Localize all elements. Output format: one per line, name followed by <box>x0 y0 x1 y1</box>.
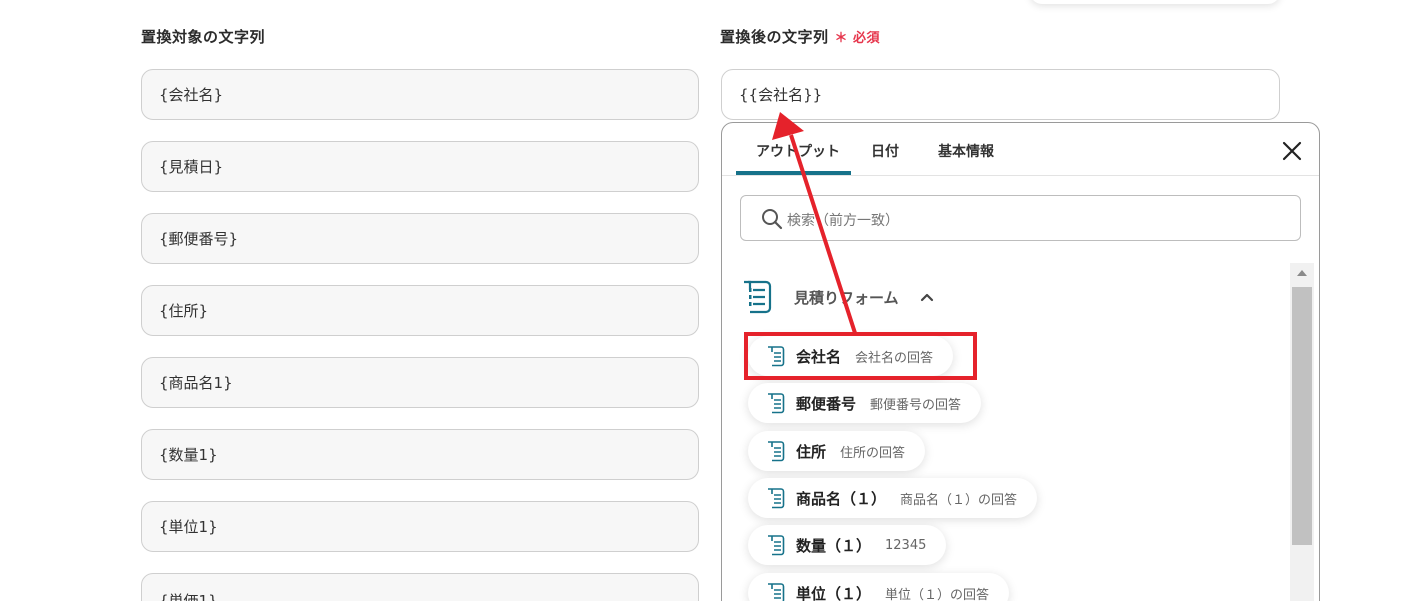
output-item-desc: 単位（１）の回答 <box>885 587 990 601</box>
source-field-address[interactable]: {住所} <box>141 285 699 336</box>
search-input[interactable]: 検索（前方一致） <box>740 195 1301 241</box>
source-field-product-name[interactable]: {商品名1} <box>141 357 699 408</box>
output-item-name: 郵便番号 <box>796 394 857 413</box>
search-icon <box>762 209 783 230</box>
source-field-unit-price[interactable]: {単価1} <box>141 573 699 601</box>
popup-tab-bar: アウトプット 日付 基本情報 <box>722 123 1319 176</box>
source-field-value: {見積日} <box>159 158 224 176</box>
source-field-value: {単価1} <box>159 592 218 601</box>
source-field-value: {会社名} <box>159 86 224 104</box>
active-tab-indicator <box>736 171 851 175</box>
output-item-name: 商品名（１） <box>796 489 887 508</box>
form-field-icon <box>768 488 785 509</box>
output-item-desc: 12345 <box>885 537 927 553</box>
scroll-thumb[interactable] <box>1292 287 1312 545</box>
required-badge: ＊ 必須 <box>834 31 881 46</box>
source-field-value: {数量1} <box>159 446 218 464</box>
source-strings-heading: 置換対象の文字列 <box>141 28 266 46</box>
form-field-icon <box>768 393 785 414</box>
replacement-strings-heading: 置換後の文字列 ＊ 必須 <box>720 26 880 47</box>
chevron-up-icon[interactable] <box>919 289 935 305</box>
form-field-icon <box>768 583 785 601</box>
replacement-heading-text: 置換後の文字列 <box>720 28 829 46</box>
floating-menu-edge <box>1030 0 1280 4</box>
output-item-name: 単位（１） <box>796 584 872 601</box>
output-item-address[interactable]: 住所 住所の回答 <box>748 431 926 471</box>
source-field-quantity[interactable]: {数量1} <box>141 429 699 480</box>
source-field-quote-date[interactable]: {見積日} <box>141 141 699 192</box>
source-field-company[interactable]: {会社名} <box>141 69 699 120</box>
form-group-label[interactable]: 見積りフォーム <box>794 287 899 308</box>
source-field-value: {郵便番号} <box>159 230 239 248</box>
source-field-postal-code[interactable]: {郵便番号} <box>141 213 699 264</box>
tab-date[interactable]: 日付 <box>871 141 899 161</box>
scroll-up-arrow-icon[interactable] <box>1296 268 1308 278</box>
source-field-unit[interactable]: {単位1} <box>141 501 699 552</box>
output-item-postal-code[interactable]: 郵便番号 郵便番号の回答 <box>748 383 982 423</box>
search-placeholder: 検索（前方一致） <box>787 213 899 229</box>
form-field-icon <box>768 441 785 462</box>
form-settings-page: 置換対象の文字列 {会社名} {見積日} {郵便番号} {住所} {商品名1} … <box>0 0 1404 601</box>
source-field-value: {住所} <box>159 302 209 320</box>
output-item-name: 数量（１） <box>796 536 872 555</box>
popup-scrollbar[interactable] <box>1290 263 1314 601</box>
output-item-desc: 郵便番号の回答 <box>870 397 962 413</box>
output-item-desc: 住所の回答 <box>840 445 906 461</box>
form-field-icon <box>768 535 785 556</box>
source-field-value: {単位1} <box>159 518 218 536</box>
replacement-field-value: {{会社名}} <box>739 86 823 104</box>
output-item-unit[interactable]: 単位（１） 単位（１）の回答 <box>748 573 1010 601</box>
output-item-product-name[interactable]: 商品名（１） 商品名（１）の回答 <box>748 478 1038 518</box>
output-item-name: 住所 <box>796 442 827 461</box>
tab-output[interactable]: アウトプット <box>756 141 840 161</box>
output-item-desc: 商品名（１）の回答 <box>900 492 1018 508</box>
form-document-icon <box>744 280 772 314</box>
close-icon[interactable] <box>1280 139 1304 163</box>
highlight-box <box>744 332 977 380</box>
output-item-quantity[interactable]: 数量（１） 12345 <box>748 525 947 565</box>
tab-basic-info[interactable]: 基本情報 <box>938 141 994 161</box>
replacement-field[interactable]: {{会社名}} <box>721 69 1280 120</box>
source-field-value: {商品名1} <box>159 374 233 392</box>
